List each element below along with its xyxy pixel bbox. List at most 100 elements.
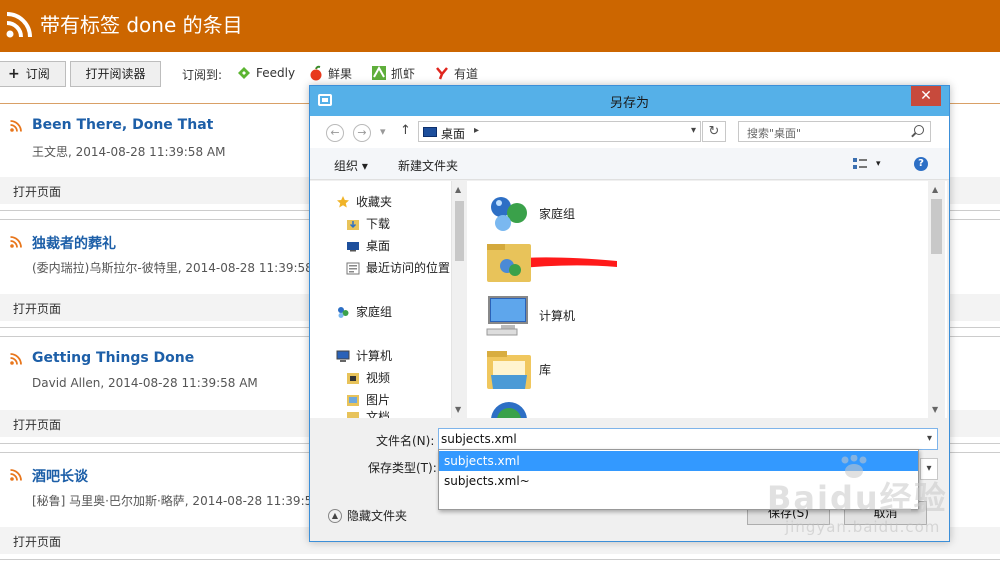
scroll-down-icon[interactable]: ▼	[455, 405, 461, 414]
recent-locations-dropdown[interactable]: ▾	[380, 125, 386, 138]
item-title[interactable]: 酒吧长谈	[32, 466, 88, 486]
open-page-link[interactable]: 打开页面	[13, 300, 61, 317]
view-dropdown-icon[interactable]: ▾	[876, 159, 881, 169]
youdao-icon	[436, 67, 448, 80]
scroll-down-icon[interactable]: ▼	[932, 405, 938, 414]
library-icon	[487, 351, 531, 389]
nav-homegroup[interactable]: 家庭组	[336, 303, 392, 320]
chevron-up-icon: ▲	[328, 508, 342, 523]
service-zhuaxia[interactable]: 抓虾	[371, 64, 415, 82]
chevron-right-icon[interactable]: ▸	[474, 125, 479, 136]
nav-pictures[interactable]: 图片	[346, 391, 390, 408]
file-list-pane: 家庭组 计算机 库	[467, 181, 947, 418]
view-options-icon[interactable]	[853, 158, 867, 170]
hide-folders-toggle[interactable]: ▲ 隐藏文件夹	[328, 507, 407, 524]
service-label: 抓虾	[391, 66, 416, 81]
nav-documents[interactable]: 文档	[346, 410, 390, 418]
scroll-up-icon[interactable]: ▲	[932, 185, 938, 194]
back-button[interactable]: ←	[326, 124, 344, 142]
picture-folder-icon	[347, 394, 359, 406]
nav-computer[interactable]: 计算机	[336, 347, 392, 364]
nav-favorites[interactable]: 收藏夹	[336, 193, 392, 210]
scrollbar-thumb[interactable]	[931, 199, 942, 254]
rss-icon	[6, 12, 32, 38]
item-meta: 王文思, 2014-08-28 11:39:58 AM	[32, 145, 226, 159]
subscribe-button[interactable]: + 订阅	[0, 61, 66, 87]
breadcrumb-desktop[interactable]: 桌面	[441, 125, 465, 142]
filename-label: 文件名(N):	[376, 434, 435, 448]
open-reader-button[interactable]: 打开阅读器	[70, 61, 161, 87]
page-title: 带有标签 done 的条目	[40, 13, 243, 37]
chevron-down-icon[interactable]: ▾	[691, 125, 696, 136]
item-title[interactable]: Getting Things Done	[32, 350, 194, 366]
network-icon[interactable]	[485, 396, 533, 418]
service-youdao[interactable]: 有道	[434, 64, 478, 82]
computer-icon	[336, 350, 350, 362]
service-xianguo[interactable]: 鲜果	[308, 64, 352, 82]
nav-desktop[interactable]: 桌面	[346, 237, 390, 254]
nav-label: 桌面	[366, 239, 391, 253]
video-folder-icon	[347, 372, 359, 384]
rss-icon	[10, 469, 22, 481]
search-input[interactable]: 搜索"桌面"	[738, 121, 931, 142]
rss-icon	[10, 353, 22, 365]
nav-label: 家庭组	[356, 305, 393, 319]
homegroup-icon	[338, 306, 349, 318]
desktop-icon	[347, 241, 359, 251]
item-user-folder[interactable]	[485, 238, 619, 286]
nav-scrollbar[interactable]: ▲ ▼	[451, 181, 466, 418]
zhuaxia-icon	[372, 65, 386, 80]
nav-recent-places[interactable]: 最近访问的位置	[346, 259, 450, 276]
service-label: 鲜果	[328, 66, 353, 81]
content-scrollbar[interactable]: ▲ ▼	[928, 181, 945, 418]
scroll-up-icon[interactable]: ▲	[455, 185, 461, 194]
user-folder-icon	[487, 244, 531, 282]
dialog-titlebar[interactable]: 另存为 ✕	[310, 86, 949, 116]
open-page-link[interactable]: 打开页面	[13, 416, 61, 433]
rss-icon	[10, 236, 22, 248]
nav-downloads[interactable]: 下载	[346, 215, 390, 232]
item-meta: David Allen, 2014-08-28 11:39:58 AM	[32, 376, 258, 390]
organize-button[interactable]: 组织 ▾	[334, 157, 368, 174]
watermark-main: Baidu经验	[767, 479, 948, 517]
item-meta: (委内瑞拉)乌斯拉尔-彼特里, 2014-08-28 11:39:58 AM	[32, 261, 336, 275]
filename-input[interactable]: subjects.xml ▾	[438, 428, 938, 450]
divider	[0, 559, 1000, 560]
nav-label: 下载	[366, 217, 391, 231]
subscribe-to-label: 订阅到:	[182, 68, 223, 82]
watermark-sub: jingyan.baidu.com	[785, 518, 941, 536]
chevron-down-icon[interactable]: ▾	[927, 429, 932, 449]
command-bar: 组织 ▾ 新建文件夹 ▾ ?	[310, 148, 949, 180]
nav-label: 最近访问的位置	[366, 261, 451, 275]
up-arrow-icon[interactable]: ↑	[400, 123, 411, 138]
desktop-icon	[423, 127, 437, 137]
new-folder-button[interactable]: 新建文件夹	[398, 157, 458, 174]
open-page-link[interactable]: 打开页面	[13, 183, 61, 200]
item-library[interactable]: 库	[485, 345, 551, 393]
recent-places-icon	[346, 262, 360, 274]
item-title[interactable]: Been There, Done That	[32, 117, 213, 133]
help-icon[interactable]: ?	[914, 157, 928, 171]
filetype-label: 保存类型(T):	[368, 461, 437, 475]
download-folder-icon	[347, 219, 359, 230]
plus-icon: +	[8, 66, 20, 82]
watermark: Baidu经验 jingyan.baidu.com	[745, 455, 995, 545]
hide-folders-label: 隐藏文件夹	[347, 509, 408, 523]
scrollbar-thumb[interactable]	[455, 201, 464, 261]
address-row: ← → ▾ ↑ 桌面 ▸ ▾ ↻ 搜索"桌面"	[310, 116, 949, 148]
nav-videos[interactable]: 视频	[346, 369, 390, 386]
refresh-button[interactable]: ↻	[702, 121, 726, 142]
close-button[interactable]: ✕	[911, 86, 941, 106]
address-bar[interactable]: 桌面 ▸ ▾	[418, 121, 701, 142]
item-computer[interactable]: 计算机	[485, 291, 575, 339]
item-clip	[485, 396, 533, 418]
nav-label: 收藏夹	[356, 195, 393, 209]
item-title[interactable]: 独裁者的葬礼	[32, 233, 116, 253]
open-page-link[interactable]: 打开页面	[13, 533, 61, 550]
forward-button[interactable]: →	[353, 124, 371, 142]
item-homegroup[interactable]: 家庭组	[485, 189, 575, 237]
service-feedly[interactable]: Feedly	[236, 64, 295, 82]
page-header: 带有标签 done 的条目	[0, 0, 1000, 52]
rss-icon	[10, 120, 22, 132]
service-label: 有道	[454, 66, 479, 81]
